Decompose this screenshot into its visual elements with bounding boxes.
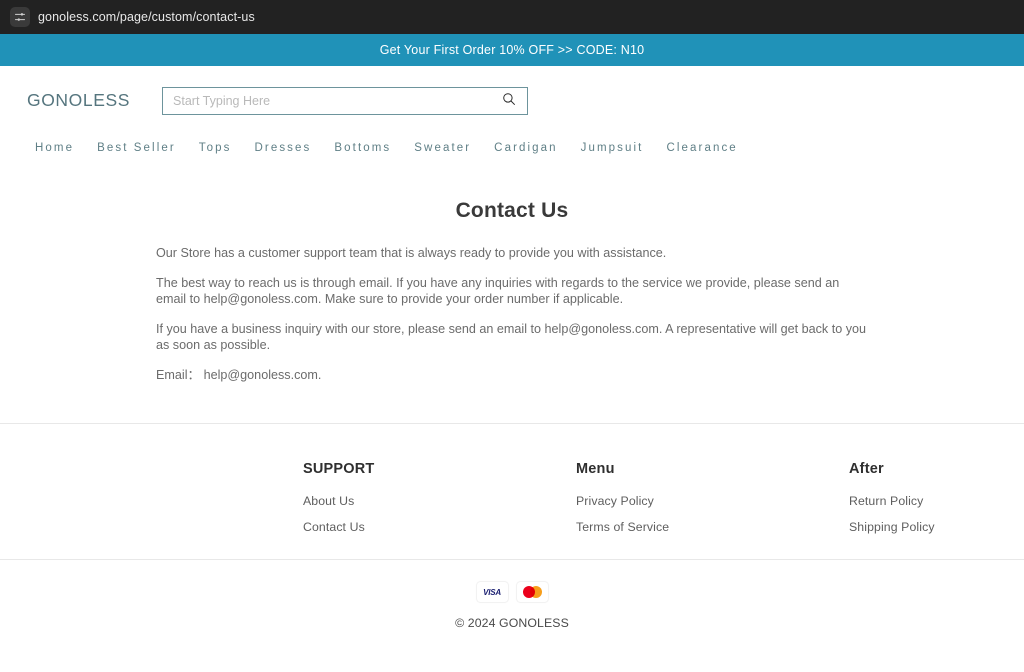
nav-item-sweater[interactable]: Sweater: [414, 142, 471, 154]
search-icon: [502, 92, 516, 109]
url-text[interactable]: gonoless.com/page/custom/contact-us: [38, 10, 255, 24]
footer-bottom: VISA © 2024 GONOLESS: [0, 560, 1024, 630]
payment-methods: VISA: [0, 582, 1024, 602]
promo-banner[interactable]: Get Your First Order 10% OFF >> CODE: N1…: [0, 34, 1024, 66]
copyright-text: © 2024 GONOLESS: [455, 616, 569, 630]
site-logo[interactable]: GONOLESS: [27, 90, 130, 111]
footer-link-contact-us[interactable]: Contact Us: [303, 520, 576, 534]
footer-link-shipping-policy[interactable]: Shipping Policy: [849, 520, 935, 534]
nav-item-cardigan[interactable]: Cardigan: [494, 142, 557, 154]
footer-heading-support: SUPPORT: [303, 461, 375, 477]
footer-column-after: After Return Policy Shipping Policy: [849, 461, 935, 559]
footer-heading-menu: Menu: [576, 461, 615, 477]
nav-item-jumpsuit[interactable]: Jumpsuit: [581, 142, 644, 154]
nav-item-best-seller[interactable]: Best Seller: [97, 142, 176, 154]
email-address-line: Email： help@gonoless.com.: [156, 367, 322, 382]
main-nav: Home Best Seller Tops Dresses Bottoms Sw…: [0, 135, 1024, 161]
site-header: GONOLESS: [0, 66, 1024, 135]
search-button[interactable]: [496, 87, 522, 115]
footer-link-return-policy[interactable]: Return Policy: [849, 494, 935, 508]
footer-link-terms-of-service[interactable]: Terms of Service: [576, 520, 849, 534]
paragraph-email: The best way to reach us is through emai…: [156, 275, 840, 307]
search-bar: [162, 86, 529, 115]
footer-column-support: SUPPORT About Us Contact Us: [303, 461, 576, 559]
mastercard-badge: [516, 582, 548, 602]
page-title: Contact Us: [455, 199, 569, 222]
paragraph-support: Our Store has a customer support team th…: [156, 246, 667, 260]
nav-item-home[interactable]: Home: [35, 142, 74, 154]
nav-item-clearance[interactable]: Clearance: [666, 142, 737, 154]
sliders-icon[interactable]: [10, 7, 30, 27]
visa-label: VISA: [483, 587, 501, 597]
browser-bar: gonoless.com/page/custom/contact-us: [0, 0, 1024, 34]
nav-item-bottoms[interactable]: Bottoms: [334, 142, 391, 154]
nav-item-dresses[interactable]: Dresses: [255, 142, 312, 154]
footer-columns: SUPPORT About Us Contact Us Menu Privacy…: [0, 424, 1024, 559]
footer-link-privacy-policy[interactable]: Privacy Policy: [576, 494, 849, 508]
nav-item-tops[interactable]: Tops: [199, 142, 232, 154]
footer-link-about-us[interactable]: About Us: [303, 494, 576, 508]
paragraph-business: If you have a business inquiry with our …: [156, 321, 867, 353]
mastercard-icon: [522, 586, 542, 598]
contact-body: Our Store has a customer support team th…: [156, 223, 868, 383]
promo-text: Get Your First Order 10% OFF >> CODE: N1…: [379, 43, 645, 57]
search-input[interactable]: [162, 86, 529, 115]
footer-heading-after: After: [849, 461, 884, 477]
footer-column-menu: Menu Privacy Policy Terms of Service: [576, 461, 849, 559]
main-content: Contact Us Our Store has a customer supp…: [0, 161, 1024, 383]
visa-badge: VISA: [476, 582, 508, 602]
